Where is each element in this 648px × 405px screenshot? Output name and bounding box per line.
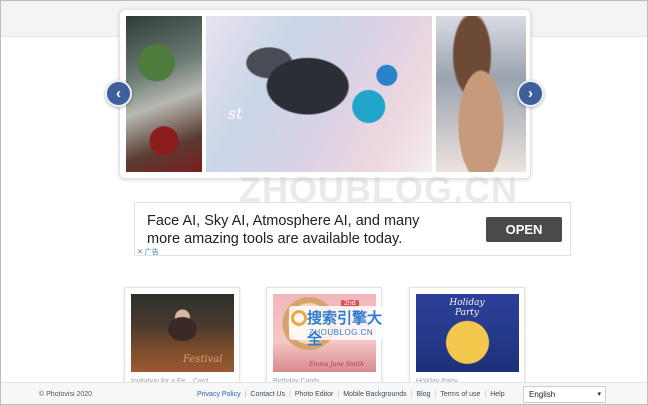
carousel-slide-portraits[interactable] [436,16,526,172]
thumbnail-title: Festival [183,354,223,365]
template-card[interactable]: Holiday Party Holiday Party [409,287,525,387]
carousel-prev-button[interactable]: ‹ [105,80,132,107]
footer-link-help[interactable]: Help [490,391,504,398]
footer-link-privacy[interactable]: Privacy Policy [197,391,241,398]
template-thumbnail[interactable]: Festival [131,294,234,372]
footer-link-mobile-backgrounds[interactable]: Mobile Backgrounds [343,391,406,398]
footer-link-blog[interactable]: Blog [416,391,430,398]
ad-open-button[interactable]: OPEN [486,217,562,242]
ad-close-icon[interactable]: ✕ 广告 [137,247,159,257]
carousel-slide-featured[interactable]: st [206,16,432,172]
template-card[interactable]: Festival Invitation for a Fe... Card [124,287,240,387]
watermark-badge: 搜索引擎大全 ZHOUBLOG.CN [289,306,391,348]
footer: © Photovisi 2020 Privacy Policy | Contact… [1,382,647,404]
ad-banner[interactable]: Face AI, Sky AI, Atmosphere AI, and many… [134,202,571,256]
footer-link-photo-editor[interactable]: Photo Editor [295,391,334,398]
search-logo-icon [291,310,307,326]
watermark-url: ZHOUBLOG.CN [309,328,374,337]
template-thumbnail[interactable]: Holiday Party [416,294,519,372]
language-select[interactable]: English ▾ [523,386,606,403]
copyright-text: © Photovisi 2020 [39,391,93,398]
footer-links: Privacy Policy | Contact Us | Photo Editor… [197,391,505,398]
footer-link-contact[interactable]: Contact Us [250,391,285,398]
slide-overlay-text: st [228,104,243,123]
footer-link-terms[interactable]: Terms of use [440,391,480,398]
chevron-down-icon: ▾ [597,391,601,398]
ad-headline: Face AI, Sky AI, Atmosphere AI, and many… [147,213,420,247]
language-value: English [529,390,556,399]
chevron-left-icon: ‹ [116,85,121,102]
thumbnail-title: Holiday Party [449,298,485,318]
carousel-next-button[interactable]: › [517,80,544,107]
carousel-slide-christmas[interactable] [126,16,202,172]
chevron-right-icon: › [528,85,533,102]
thumbnail-title: Emma June Smith [309,361,364,368]
photo-carousel: st [119,9,531,179]
